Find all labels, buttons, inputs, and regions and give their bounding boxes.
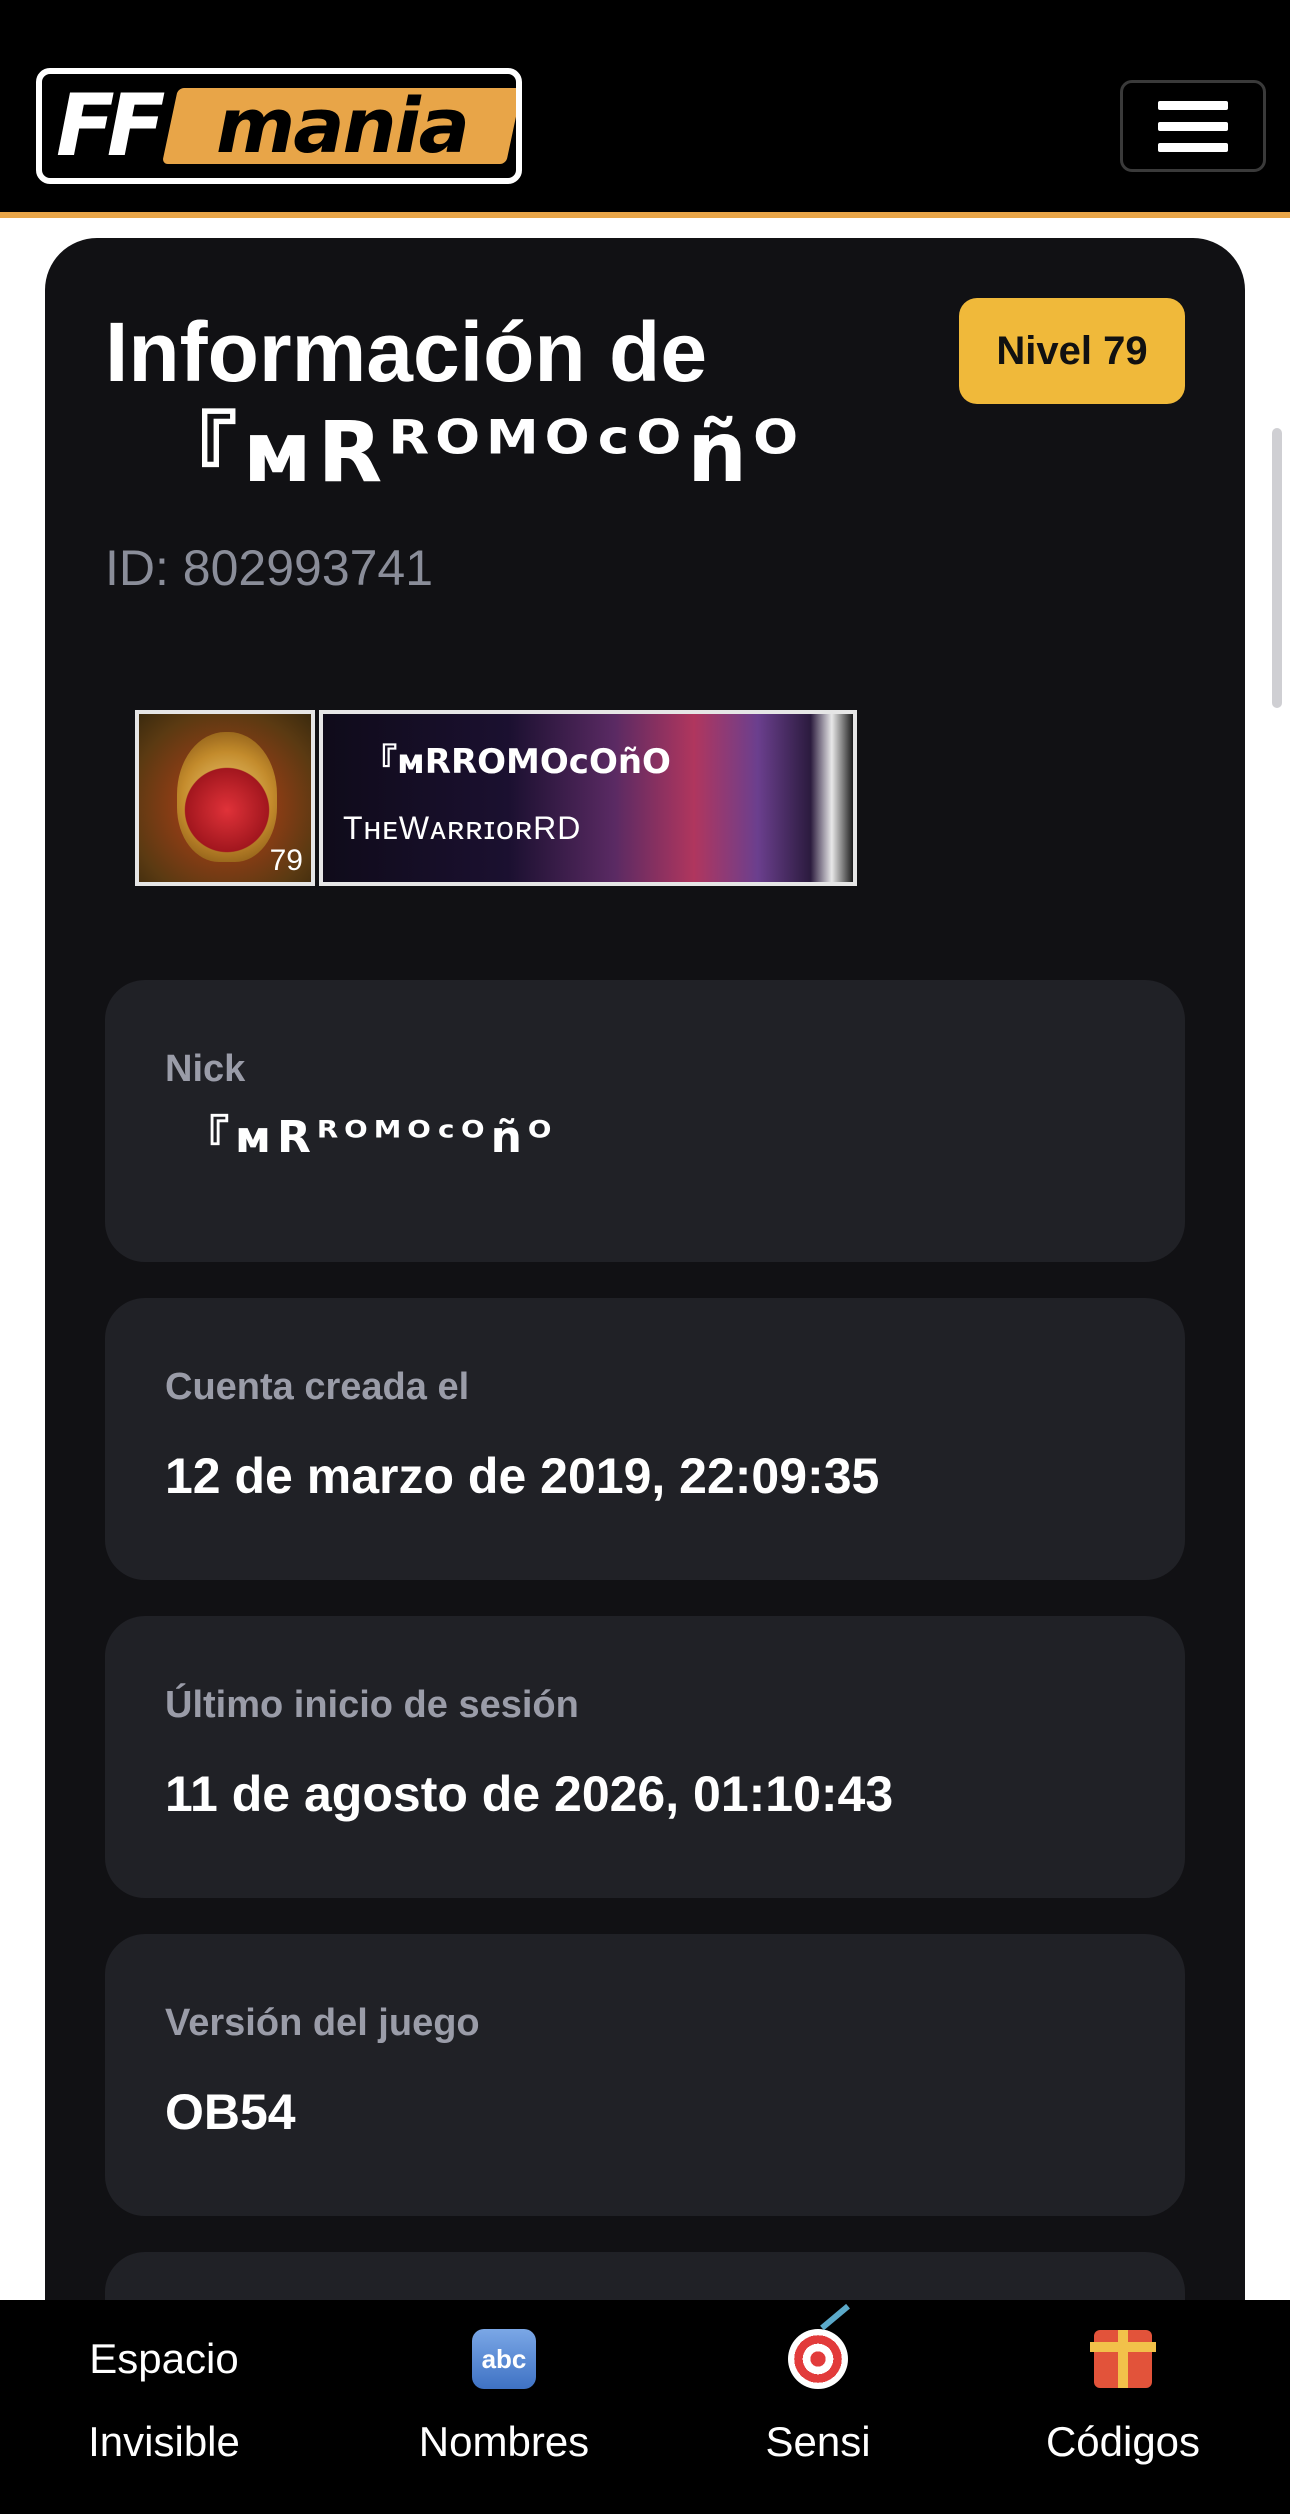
player-banner: 『ᴍRROMOcOñO TʜᴇWᴀʀʀɪᴏʀRD	[319, 710, 857, 886]
logo-mania-plate: mania	[161, 81, 516, 170]
menu-line	[1158, 121, 1228, 131]
info-value: 『ᴍRᴿᴼᴹᴼᶜᴼñᴼ	[185, 1112, 558, 1163]
avatar: 79	[135, 710, 315, 886]
crown-icon	[177, 732, 277, 862]
info-value: OB54	[165, 2084, 296, 2140]
ffmania-logo[interactable]: FF mania	[36, 68, 522, 184]
top-bar: FF mania	[0, 0, 1290, 218]
avatar-level: 79	[269, 844, 303, 877]
banner-nick: 『ᴍRROMOcOñO	[363, 742, 671, 782]
info-card-nick: Nick 『ᴍRᴿᴼᴹᴼᶜᴼñᴼ	[105, 980, 1185, 1262]
page-title: Información de 『ᴍRᴿᴼᴹᴼᶜᴼñᴼ	[105, 302, 905, 502]
info-label: Último inicio de sesión	[165, 1684, 579, 1726]
nav-label: Invisible	[88, 2418, 240, 2465]
nav-label: Códigos	[1045, 2418, 1201, 2465]
info-label: Nick	[165, 1048, 246, 1090]
bottom-nav: Espacio Invisible abc Nombres Sensi Códi…	[0, 2300, 1290, 2514]
nav-icon-wrap: abc	[376, 2324, 632, 2394]
nav-icon-wrap	[1000, 2324, 1246, 2394]
info-card-version: Versión del juego OB54	[105, 1934, 1185, 2216]
nav-sensi[interactable]: Sensi	[716, 2300, 920, 2514]
logo-mania-text: mania	[216, 81, 468, 170]
menu-line	[1158, 100, 1228, 110]
logo-ff-text: FF	[56, 76, 166, 176]
level-badge: Nivel 79	[959, 298, 1185, 404]
info-card-last-login: Último inicio de sesión 11 de agosto de …	[105, 1616, 1185, 1898]
info-value: 12 de marzo de 2019, 22:09:35	[165, 1448, 880, 1504]
hamburger-menu-icon[interactable]	[1120, 80, 1266, 172]
nav-nombres[interactable]: abc Nombres	[376, 2300, 632, 2514]
info-label: Versión del juego	[165, 2002, 480, 2044]
gift-icon	[1090, 2330, 1156, 2388]
scrollbar[interactable]	[1272, 428, 1282, 708]
info-label: Cuenta creada el	[165, 1366, 470, 1408]
abc-icon: abc	[472, 2329, 536, 2389]
info-value: 11 de agosto de 2026, 01:10:43	[165, 1766, 894, 1822]
target-icon	[788, 2329, 848, 2389]
menu-line	[1158, 142, 1228, 152]
title-prefix: Información de	[105, 305, 708, 399]
player-id: ID: 802993741	[105, 540, 434, 596]
nav-icon-wrap	[716, 2324, 920, 2394]
banner-guild: TʜᴇWᴀʀʀɪᴏʀRD	[343, 810, 582, 846]
nav-label: Sensi	[765, 2418, 871, 2465]
nav-espacio-invisible[interactable]: Espacio Invisible	[0, 2300, 328, 2514]
nav-label-top: Espacio	[89, 2335, 239, 2382]
nav-label: Nombres	[418, 2418, 590, 2465]
nav-codigos[interactable]: Códigos	[1000, 2300, 1246, 2514]
info-card-created: Cuenta creada el 12 de marzo de 2019, 22…	[105, 1298, 1185, 1580]
title-nick: 『ᴍRᴿᴼᴹᴼᶜᴼñᴼ	[153, 403, 805, 501]
profile-card: Información de 『ᴍRᴿᴼᴹᴼᶜᴼñᴼ Nivel 79 ID: …	[45, 238, 1245, 2514]
